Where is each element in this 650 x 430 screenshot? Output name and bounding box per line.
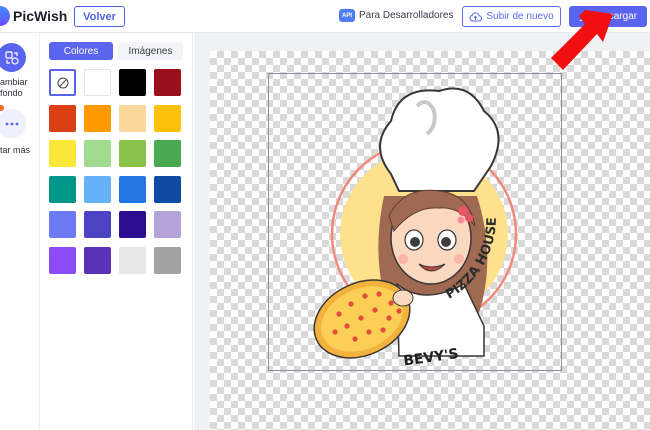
color-swatch[interactable] <box>154 104 181 132</box>
chef-hat <box>379 87 500 192</box>
color-swatch[interactable] <box>84 104 111 132</box>
color-swatch[interactable] <box>154 69 181 96</box>
color-swatch[interactable] <box>119 246 146 274</box>
picwish-logo-icon <box>0 6 10 26</box>
color-swatch[interactable] <box>154 211 181 238</box>
tab-colors[interactable]: Colores <box>49 42 113 60</box>
canvas-area: PIZZA HOUSE BEVY'S <box>194 33 650 430</box>
color-swatch[interactable] <box>154 246 181 274</box>
color-swatch[interactable] <box>49 104 76 132</box>
color-swatch[interactable] <box>154 140 181 167</box>
color-swatch[interactable] <box>119 104 146 132</box>
color-swatch[interactable] <box>119 69 146 96</box>
change-background-tool[interactable]: ambiar fondo <box>0 43 40 103</box>
developers-link-label: Para Desarrolladores <box>359 10 454 21</box>
color-swatch[interactable] <box>49 175 76 203</box>
color-panel: Colores Imágenes <box>40 33 193 430</box>
change-background-icon <box>0 43 26 72</box>
pizza-house-logo-image[interactable]: PIZZA HOUSE BEVY'S <box>299 56 539 371</box>
red-arrow-annotation <box>551 10 613 70</box>
more-icon <box>0 109 26 138</box>
change-background-label-line2: fondo <box>0 88 23 98</box>
color-swatch[interactable] <box>119 140 146 167</box>
change-background-label-line1: ambiar <box>0 77 28 87</box>
developers-link[interactable]: API Para Desarrolladores <box>339 9 454 22</box>
color-swatch[interactable] <box>49 246 76 274</box>
transparent-canvas: PIZZA HOUSE BEVY'S <box>210 51 650 430</box>
color-swatch[interactable] <box>84 246 111 274</box>
color-swatch[interactable] <box>49 140 76 167</box>
color-swatch[interactable] <box>119 211 146 238</box>
left-toolbar: ambiar fondo tar más <box>0 33 40 430</box>
tab-images[interactable]: Imágenes <box>118 42 183 60</box>
color-swatch[interactable] <box>119 175 146 203</box>
app-window: PicWish Volver API Para Desarrolladores … <box>0 0 650 430</box>
picwish-logo[interactable]: PicWish <box>0 6 67 26</box>
more-tools[interactable]: tar más <box>0 109 40 159</box>
swatch-none[interactable] <box>49 69 76 96</box>
cloud-upload-icon <box>469 11 483 22</box>
change-background-label: ambiar fondo <box>0 77 28 99</box>
color-swatch[interactable] <box>84 211 111 238</box>
more-tools-label: tar más <box>0 145 31 155</box>
brand-name: PicWish <box>13 8 68 24</box>
color-swatch[interactable] <box>84 175 111 203</box>
back-button[interactable]: Volver <box>74 6 125 27</box>
no-color-icon <box>57 77 68 88</box>
color-swatch[interactable] <box>154 175 181 203</box>
color-swatch[interactable] <box>84 140 111 167</box>
color-swatch[interactable] <box>49 211 76 238</box>
api-icon: API <box>339 9 355 22</box>
color-swatch[interactable] <box>84 69 111 96</box>
